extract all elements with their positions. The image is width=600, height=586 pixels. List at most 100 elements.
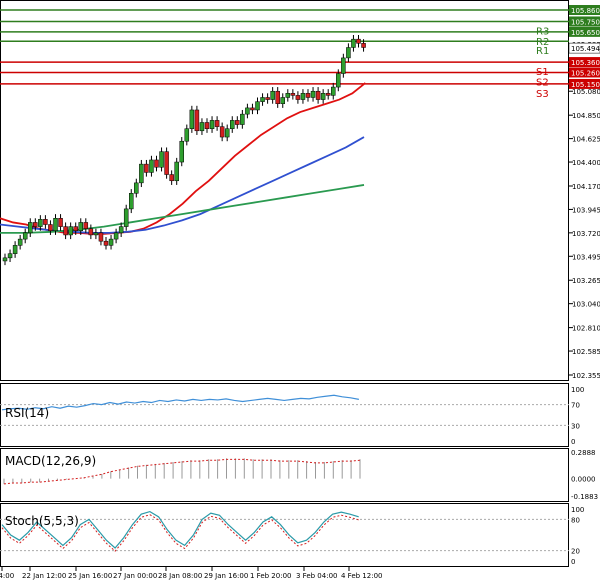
indicator-tick-label: 80 (571, 516, 580, 524)
candle-body (48, 224, 53, 232)
level-tag-label: 105.360 (571, 59, 600, 67)
time-tick-label: 3 Feb 04:00 (296, 572, 337, 580)
candle-body (169, 174, 174, 182)
candle-body (139, 163, 144, 184)
candle-body (123, 208, 129, 227)
candle-body (255, 101, 260, 111)
candle-body (290, 93, 296, 96)
candle-body (144, 163, 149, 173)
candle-body (260, 97, 265, 102)
candle-body (149, 159, 154, 173)
candle-body (98, 232, 104, 242)
macd-label: MACD(12,26,9) (5, 454, 96, 468)
candle-body (361, 43, 366, 48)
indicator-tick-label: 70 (571, 402, 580, 410)
price-tick-label: 104.400 (572, 159, 600, 167)
rsi-label: RSI(14) (5, 406, 49, 420)
level-tag-label: 105.260 (571, 69, 600, 77)
indicator-tick-label: 30 (571, 422, 580, 430)
price-tick-label: 103.265 (572, 277, 600, 285)
indicator-tick-label: 100 (571, 386, 584, 394)
candle-body (199, 122, 205, 132)
candle-body (78, 222, 83, 232)
indicator-tick-label: 0.2888 (571, 449, 596, 457)
time-tick-label: 4 Feb 12:00 (341, 572, 382, 580)
candle-body (103, 240, 109, 246)
price-panel (0, 0, 569, 381)
candle-body (108, 238, 114, 246)
candle-body (341, 57, 346, 74)
candle-body (265, 97, 270, 100)
candle-body (230, 120, 235, 129)
candle-body (159, 151, 164, 168)
candle-body (63, 226, 68, 236)
time-tick-label: 28 Jan 08:00 (158, 572, 202, 580)
price-tick-label: 104.850 (572, 112, 600, 120)
rsi-panel (0, 383, 569, 447)
indicator-tick-label: 0 (571, 558, 575, 566)
candle-body (305, 93, 311, 98)
candle-body (295, 95, 301, 100)
candle-body (83, 222, 89, 229)
level-tag-label: 105.650 (571, 29, 600, 37)
candle-body (134, 182, 139, 194)
candle-body (245, 107, 250, 115)
candle-body (250, 107, 255, 111)
candle-body (113, 232, 119, 240)
indicator-tick-label: 0.0000 (571, 476, 596, 484)
candle-body (315, 90, 321, 100)
candle-body (22, 232, 28, 240)
candle-body (2, 257, 8, 262)
candle-body (356, 38, 361, 44)
candle-body (331, 86, 336, 96)
candle-body (209, 120, 215, 129)
candle-body (235, 120, 240, 125)
price-tick-label: 103.495 (572, 253, 600, 261)
candle-body (53, 218, 58, 232)
price-tick-label: 103.040 (572, 301, 600, 309)
candle-body (68, 226, 73, 236)
candle-body (346, 47, 351, 59)
time-tick-label: 22 Jan 12:00 (22, 572, 66, 580)
candle-body (280, 97, 285, 104)
time-tick-label: 25 Jan 16:00 (68, 572, 112, 580)
candle-body (28, 222, 33, 234)
candle-body (93, 232, 99, 236)
candle-body (204, 122, 210, 129)
candle-body (310, 90, 316, 98)
candle-body (189, 109, 195, 129)
candle-body (224, 128, 230, 138)
price-tick-label: 104.170 (572, 183, 600, 191)
candle-body (270, 90, 275, 100)
candle-body (179, 140, 184, 163)
candle-body (194, 109, 200, 132)
indicator-tick-label: 100 (571, 506, 584, 514)
time-tick-label: 04:00 (0, 572, 14, 580)
candle-body (351, 38, 356, 48)
candle-body (33, 222, 38, 227)
forex-chart: 105.860105.750105.650105.535105.494105.3… (0, 0, 600, 586)
candle-body (38, 219, 43, 227)
time-tick-label: 27 Jan 00:00 (113, 572, 157, 580)
indicator-tick-label: -0.1883 (571, 493, 598, 501)
time-tick-label: 29 Jan 16:00 (204, 572, 248, 580)
candle-body (184, 128, 190, 142)
candle-body (174, 161, 179, 182)
candle-body (219, 126, 225, 138)
price-tick-label: 102.585 (572, 348, 600, 356)
candle-body (88, 228, 94, 236)
level-label-s3: S3 (536, 89, 549, 100)
indicator-tick-label: 20 (571, 548, 580, 556)
candle-body (129, 193, 134, 210)
indicator-tick-label: 0 (571, 438, 575, 446)
candle-body (214, 120, 220, 127)
price-tick-label: 105.080 (572, 88, 600, 96)
stoch-panel (0, 503, 569, 567)
candle-body (43, 219, 48, 225)
time-tick-label: 1 Feb 20:00 (250, 572, 291, 580)
price-tick-label: 102.355 (572, 372, 600, 380)
price-tick-label: 104.625 (572, 136, 600, 144)
candle-body (154, 159, 159, 168)
candle-body (17, 238, 23, 246)
price-tick-label: 102.810 (572, 325, 600, 333)
